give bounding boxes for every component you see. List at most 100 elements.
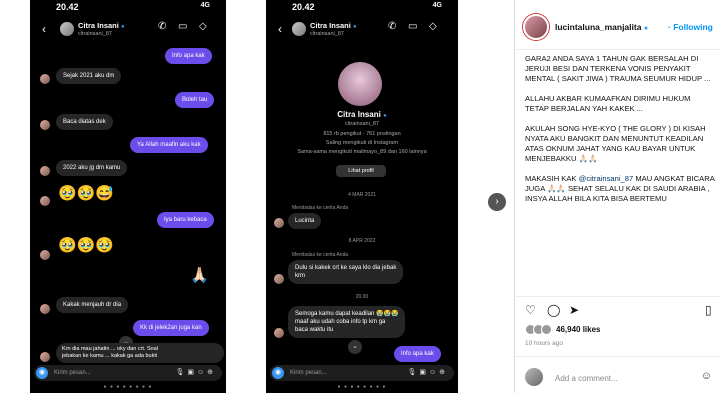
divider xyxy=(515,296,720,297)
mention-link[interactable]: @citrainsani_87 xyxy=(579,174,634,183)
phone-icon[interactable]: ✆ xyxy=(388,21,396,32)
avatar xyxy=(40,120,50,130)
verified-badge-icon: ● xyxy=(643,25,649,32)
avatar xyxy=(40,74,50,84)
avatar xyxy=(274,218,284,228)
profile-picture[interactable] xyxy=(338,62,382,106)
message-out: Boleh tau xyxy=(175,92,215,108)
input-tools[interactable]: 🎙▣☺⊕ xyxy=(175,368,216,376)
message-out: Info apa kak xyxy=(165,48,212,64)
signal-indicator: 4G xyxy=(432,2,442,9)
avatar xyxy=(274,328,284,338)
verified-badge-icon: ● xyxy=(383,113,387,119)
status-bar: 20.42 4G xyxy=(266,0,458,16)
view-profile-button[interactable]: Lihat profil xyxy=(336,165,386,177)
mutual-followers: Sama-sama mengikuti mailmayo_89 dan 160 … xyxy=(297,149,427,155)
message-line: Semoga kamu dapat keadilan 😭😭😭 xyxy=(295,311,399,317)
avatar xyxy=(274,274,284,284)
message-input-placeholder: Kirim pesan... xyxy=(54,370,91,376)
avatar xyxy=(525,368,543,386)
message-out: Kk di jelek2an juga kan xyxy=(133,320,209,336)
message-out: Info apa kak xyxy=(394,346,441,362)
chat-contact-name[interactable]: Citra Insani ● xyxy=(310,21,357,30)
comment-icon[interactable]: ◯ xyxy=(547,303,560,317)
status-bar: 20.42 4G xyxy=(30,0,226,16)
carousel-next-button[interactable]: › xyxy=(488,193,506,211)
message-line: krm xyxy=(295,273,305,279)
message-out: Ya Allah maafin aku kak xyxy=(130,137,208,153)
input-tools[interactable]: 🎙▣☺⊕ xyxy=(407,368,448,376)
tag-icon[interactable]: ◇ xyxy=(429,21,437,32)
verified-badge-icon: ● xyxy=(120,24,125,30)
camera-icon[interactable]: ◉ xyxy=(272,367,284,379)
post-username[interactable]: lucintaluna_manjalita ● xyxy=(555,22,648,32)
comment-input[interactable]: Add a comment... xyxy=(555,374,618,383)
post-header: lucintaluna_manjalita ● · Following xyxy=(515,0,720,50)
like-count[interactable]: 46,940 likes xyxy=(556,325,600,334)
message-in: Kakak menjauh dr dia xyxy=(56,297,129,313)
chat-header: ‹ Citra Insani ● citrainsani_87 ✆ ▭ ◇ xyxy=(266,18,458,42)
message-out: Iya baru kebaca xyxy=(157,212,214,228)
chevron-left-icon[interactable]: ‹ xyxy=(278,22,282,36)
caption-paragraph: MAKASIH KAK @citrainsani_87 MAU ANGKAT B… xyxy=(525,174,715,203)
date-separator: 4 MAR 2021 xyxy=(348,192,376,198)
avatar xyxy=(40,196,50,206)
message-in: Baca diatas dek xyxy=(56,114,113,130)
divider xyxy=(515,356,720,357)
story-reply-label: Membalas ke cerita Anda xyxy=(292,205,349,211)
message-input[interactable]: ◉ Kirim pesan... 🎙▣☺⊕ xyxy=(270,365,454,381)
camera-icon[interactable]: ◉ xyxy=(36,367,48,379)
profile-name: Citra Insani ● xyxy=(337,110,387,119)
message-in: Lucinta xyxy=(288,213,322,229)
message-line: Krn dia mau jahatin ... oky dan crt. Soa… xyxy=(62,346,158,352)
chevron-left-icon[interactable]: ‹ xyxy=(42,22,46,36)
message-line: maaf aku udah coba info tp km ga xyxy=(295,319,386,325)
avatar xyxy=(40,250,50,260)
date-separator: 8 APR 2022 xyxy=(348,238,376,244)
message-line: Dulu si kakek crt ke saya klo dia jebak xyxy=(295,265,397,271)
chat-screenshot-2: 20.42 4G ‹ Citra Insani ● citrainsani_87… xyxy=(266,0,458,393)
carousel-dots: ● ● ● ● ● ● ● ● xyxy=(103,384,153,390)
mutual-follow: Saling mengikuti di Instagram xyxy=(325,140,399,146)
emoji-message: 🥹🥹😅 xyxy=(58,185,115,202)
verified-badge-icon: ● xyxy=(352,24,357,30)
heart-icon[interactable]: ♡ xyxy=(525,303,536,317)
chevron-down-icon[interactable]: ⌄ xyxy=(348,340,362,354)
message-in: 2022 aku jg dm kamu xyxy=(56,160,128,176)
avatar[interactable] xyxy=(60,22,74,36)
chat-header: ‹ Citra Insani ● citrainsani_87 ✆ ▭ ◇ xyxy=(30,18,226,42)
phone-icon[interactable]: ✆ xyxy=(158,21,166,32)
send-icon[interactable]: ➤ xyxy=(569,303,579,317)
post-time[interactable]: 10 hours ago xyxy=(525,340,563,347)
time-separator: 20.00 xyxy=(355,294,369,300)
message-input[interactable]: ◉ Kirim pesan... 🎙▣☺⊕ xyxy=(34,365,222,381)
message-in: Krn dia mau jahatin ... oky dan crt. Soa… xyxy=(56,343,224,363)
tag-icon[interactable]: ◇ xyxy=(199,21,207,32)
status-time: 20.42 xyxy=(56,2,79,12)
chat-contact-name[interactable]: Citra Insani ● xyxy=(78,21,125,30)
carousel-dots: ● ● ● ● ● ● ● ● xyxy=(337,384,387,390)
avatar xyxy=(541,324,552,335)
avatar[interactable] xyxy=(523,14,549,40)
chat-contact-handle: citrainsani_87 xyxy=(78,31,112,37)
avatar xyxy=(40,304,50,314)
chat-contact-handle: citrainsani_87 xyxy=(310,31,344,37)
status-time: 20.42 xyxy=(292,2,315,12)
video-icon[interactable]: ▭ xyxy=(408,21,417,32)
avatar xyxy=(40,352,50,362)
bookmark-icon[interactable]: ▯ xyxy=(705,303,712,317)
smiley-icon[interactable]: ☺ xyxy=(701,370,712,382)
message-line: baca waktu itu xyxy=(295,327,334,333)
message-in: Semoga kamu dapat keadilan 😭😭😭 maaf aku … xyxy=(288,306,406,338)
avatar[interactable] xyxy=(292,22,306,36)
caption-paragraph: AKULAH SONG HYE-KYO ( THE GLORY ) DI KIS… xyxy=(525,124,706,163)
follow-button[interactable]: · Following xyxy=(668,22,713,32)
message-input-placeholder: Kirim pesan... xyxy=(290,370,327,376)
video-icon[interactable]: ▭ xyxy=(178,21,187,32)
emoji-message: 🙏🏻 xyxy=(190,267,209,284)
profile-handle: citrainsani_87 xyxy=(345,121,379,127)
message-in: Dulu si kakek crt ke saya klo dia jebak … xyxy=(288,260,404,284)
message-in: Sejak 2021 aku dm xyxy=(56,68,122,84)
avatar xyxy=(40,166,50,176)
emoji-message: 🥹🥹🥹 xyxy=(58,237,115,254)
